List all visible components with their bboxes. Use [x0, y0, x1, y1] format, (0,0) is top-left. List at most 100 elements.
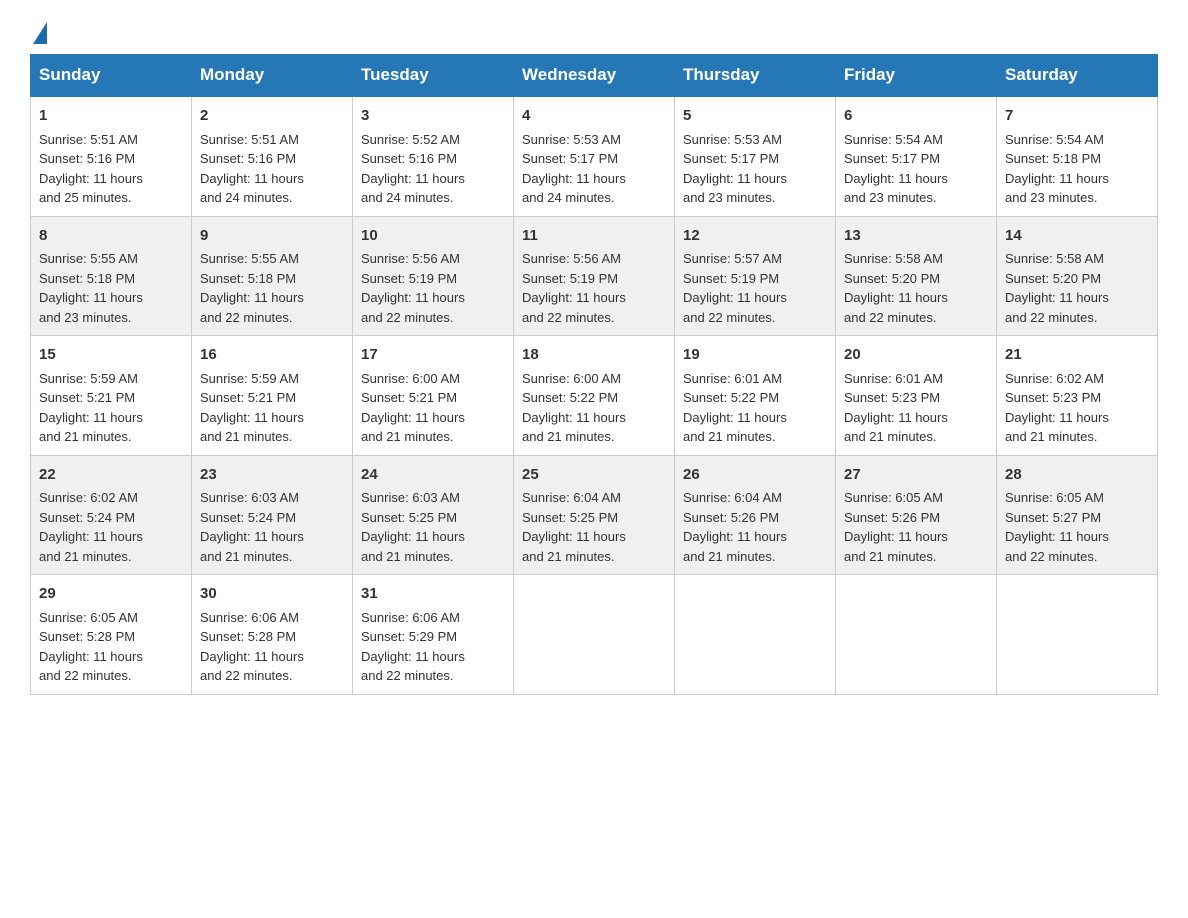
calendar-cell: 16Sunrise: 5:59 AMSunset: 5:21 PMDayligh… [192, 336, 353, 456]
calendar-cell: 5Sunrise: 5:53 AMSunset: 5:17 PMDaylight… [675, 96, 836, 216]
day-number: 14 [1005, 225, 1149, 248]
day-info: Sunrise: 5:54 AMSunset: 5:18 PMDaylight:… [1005, 130, 1149, 208]
day-number: 13 [844, 225, 988, 248]
calendar-cell: 19Sunrise: 6:01 AMSunset: 5:22 PMDayligh… [675, 336, 836, 456]
day-number: 20 [844, 344, 988, 367]
calendar-cell: 12Sunrise: 5:57 AMSunset: 5:19 PMDayligh… [675, 216, 836, 336]
calendar-cell: 30Sunrise: 6:06 AMSunset: 5:28 PMDayligh… [192, 575, 353, 695]
day-info: Sunrise: 6:05 AMSunset: 5:26 PMDaylight:… [844, 488, 988, 566]
day-info: Sunrise: 6:02 AMSunset: 5:23 PMDaylight:… [1005, 369, 1149, 447]
calendar-cell: 7Sunrise: 5:54 AMSunset: 5:18 PMDaylight… [997, 96, 1158, 216]
day-header-tuesday: Tuesday [353, 55, 514, 97]
day-number: 4 [522, 105, 666, 128]
day-header-monday: Monday [192, 55, 353, 97]
calendar-cell: 23Sunrise: 6:03 AMSunset: 5:24 PMDayligh… [192, 455, 353, 575]
day-number: 31 [361, 583, 505, 606]
calendar-cell: 26Sunrise: 6:04 AMSunset: 5:26 PMDayligh… [675, 455, 836, 575]
calendar-cell: 28Sunrise: 6:05 AMSunset: 5:27 PMDayligh… [997, 455, 1158, 575]
calendar-week-row: 15Sunrise: 5:59 AMSunset: 5:21 PMDayligh… [31, 336, 1158, 456]
calendar-cell: 6Sunrise: 5:54 AMSunset: 5:17 PMDaylight… [836, 96, 997, 216]
day-number: 17 [361, 344, 505, 367]
calendar-cell [675, 575, 836, 695]
calendar-table: SundayMondayTuesdayWednesdayThursdayFrid… [30, 54, 1158, 695]
day-info: Sunrise: 5:56 AMSunset: 5:19 PMDaylight:… [522, 249, 666, 327]
day-info: Sunrise: 5:53 AMSunset: 5:17 PMDaylight:… [522, 130, 666, 208]
days-header-row: SundayMondayTuesdayWednesdayThursdayFrid… [31, 55, 1158, 97]
day-info: Sunrise: 5:54 AMSunset: 5:17 PMDaylight:… [844, 130, 988, 208]
day-number: 27 [844, 464, 988, 487]
page-header [30, 20, 1158, 44]
day-info: Sunrise: 5:55 AMSunset: 5:18 PMDaylight:… [39, 249, 183, 327]
calendar-cell: 17Sunrise: 6:00 AMSunset: 5:21 PMDayligh… [353, 336, 514, 456]
calendar-cell: 18Sunrise: 6:00 AMSunset: 5:22 PMDayligh… [514, 336, 675, 456]
day-info: Sunrise: 5:59 AMSunset: 5:21 PMDaylight:… [200, 369, 344, 447]
day-number: 22 [39, 464, 183, 487]
day-number: 1 [39, 105, 183, 128]
day-number: 19 [683, 344, 827, 367]
day-header-sunday: Sunday [31, 55, 192, 97]
day-header-saturday: Saturday [997, 55, 1158, 97]
day-info: Sunrise: 6:05 AMSunset: 5:28 PMDaylight:… [39, 608, 183, 686]
calendar-cell: 14Sunrise: 5:58 AMSunset: 5:20 PMDayligh… [997, 216, 1158, 336]
calendar-cell: 20Sunrise: 6:01 AMSunset: 5:23 PMDayligh… [836, 336, 997, 456]
day-info: Sunrise: 5:56 AMSunset: 5:19 PMDaylight:… [361, 249, 505, 327]
day-info: Sunrise: 6:06 AMSunset: 5:28 PMDaylight:… [200, 608, 344, 686]
calendar-cell: 24Sunrise: 6:03 AMSunset: 5:25 PMDayligh… [353, 455, 514, 575]
day-info: Sunrise: 5:51 AMSunset: 5:16 PMDaylight:… [39, 130, 183, 208]
day-number: 29 [39, 583, 183, 606]
day-info: Sunrise: 5:58 AMSunset: 5:20 PMDaylight:… [844, 249, 988, 327]
calendar-cell: 11Sunrise: 5:56 AMSunset: 5:19 PMDayligh… [514, 216, 675, 336]
day-info: Sunrise: 5:53 AMSunset: 5:17 PMDaylight:… [683, 130, 827, 208]
logo [30, 20, 47, 44]
calendar-cell: 21Sunrise: 6:02 AMSunset: 5:23 PMDayligh… [997, 336, 1158, 456]
calendar-cell: 29Sunrise: 6:05 AMSunset: 5:28 PMDayligh… [31, 575, 192, 695]
day-info: Sunrise: 6:01 AMSunset: 5:23 PMDaylight:… [844, 369, 988, 447]
day-info: Sunrise: 5:58 AMSunset: 5:20 PMDaylight:… [1005, 249, 1149, 327]
day-number: 2 [200, 105, 344, 128]
calendar-cell [836, 575, 997, 695]
day-number: 9 [200, 225, 344, 248]
calendar-cell: 31Sunrise: 6:06 AMSunset: 5:29 PMDayligh… [353, 575, 514, 695]
calendar-cell: 4Sunrise: 5:53 AMSunset: 5:17 PMDaylight… [514, 96, 675, 216]
day-number: 8 [39, 225, 183, 248]
day-info: Sunrise: 6:00 AMSunset: 5:22 PMDaylight:… [522, 369, 666, 447]
day-number: 12 [683, 225, 827, 248]
day-header-wednesday: Wednesday [514, 55, 675, 97]
day-info: Sunrise: 5:57 AMSunset: 5:19 PMDaylight:… [683, 249, 827, 327]
calendar-cell: 13Sunrise: 5:58 AMSunset: 5:20 PMDayligh… [836, 216, 997, 336]
day-info: Sunrise: 5:52 AMSunset: 5:16 PMDaylight:… [361, 130, 505, 208]
day-info: Sunrise: 6:03 AMSunset: 5:25 PMDaylight:… [361, 488, 505, 566]
day-number: 24 [361, 464, 505, 487]
day-number: 10 [361, 225, 505, 248]
day-header-friday: Friday [836, 55, 997, 97]
calendar-week-row: 22Sunrise: 6:02 AMSunset: 5:24 PMDayligh… [31, 455, 1158, 575]
day-info: Sunrise: 6:06 AMSunset: 5:29 PMDaylight:… [361, 608, 505, 686]
day-info: Sunrise: 5:51 AMSunset: 5:16 PMDaylight:… [200, 130, 344, 208]
day-number: 16 [200, 344, 344, 367]
day-info: Sunrise: 6:04 AMSunset: 5:25 PMDaylight:… [522, 488, 666, 566]
day-header-thursday: Thursday [675, 55, 836, 97]
calendar-cell: 9Sunrise: 5:55 AMSunset: 5:18 PMDaylight… [192, 216, 353, 336]
logo-triangle-icon [33, 22, 47, 44]
day-number: 21 [1005, 344, 1149, 367]
calendar-week-row: 29Sunrise: 6:05 AMSunset: 5:28 PMDayligh… [31, 575, 1158, 695]
calendar-week-row: 1Sunrise: 5:51 AMSunset: 5:16 PMDaylight… [31, 96, 1158, 216]
day-number: 5 [683, 105, 827, 128]
day-number: 23 [200, 464, 344, 487]
day-info: Sunrise: 6:04 AMSunset: 5:26 PMDaylight:… [683, 488, 827, 566]
day-number: 25 [522, 464, 666, 487]
calendar-cell: 22Sunrise: 6:02 AMSunset: 5:24 PMDayligh… [31, 455, 192, 575]
day-number: 3 [361, 105, 505, 128]
calendar-week-row: 8Sunrise: 5:55 AMSunset: 5:18 PMDaylight… [31, 216, 1158, 336]
calendar-cell: 1Sunrise: 5:51 AMSunset: 5:16 PMDaylight… [31, 96, 192, 216]
calendar-cell: 15Sunrise: 5:59 AMSunset: 5:21 PMDayligh… [31, 336, 192, 456]
calendar-cell: 2Sunrise: 5:51 AMSunset: 5:16 PMDaylight… [192, 96, 353, 216]
day-number: 7 [1005, 105, 1149, 128]
day-number: 15 [39, 344, 183, 367]
calendar-cell [997, 575, 1158, 695]
day-info: Sunrise: 5:55 AMSunset: 5:18 PMDaylight:… [200, 249, 344, 327]
day-info: Sunrise: 5:59 AMSunset: 5:21 PMDaylight:… [39, 369, 183, 447]
calendar-cell [514, 575, 675, 695]
calendar-cell: 10Sunrise: 5:56 AMSunset: 5:19 PMDayligh… [353, 216, 514, 336]
day-info: Sunrise: 6:02 AMSunset: 5:24 PMDaylight:… [39, 488, 183, 566]
